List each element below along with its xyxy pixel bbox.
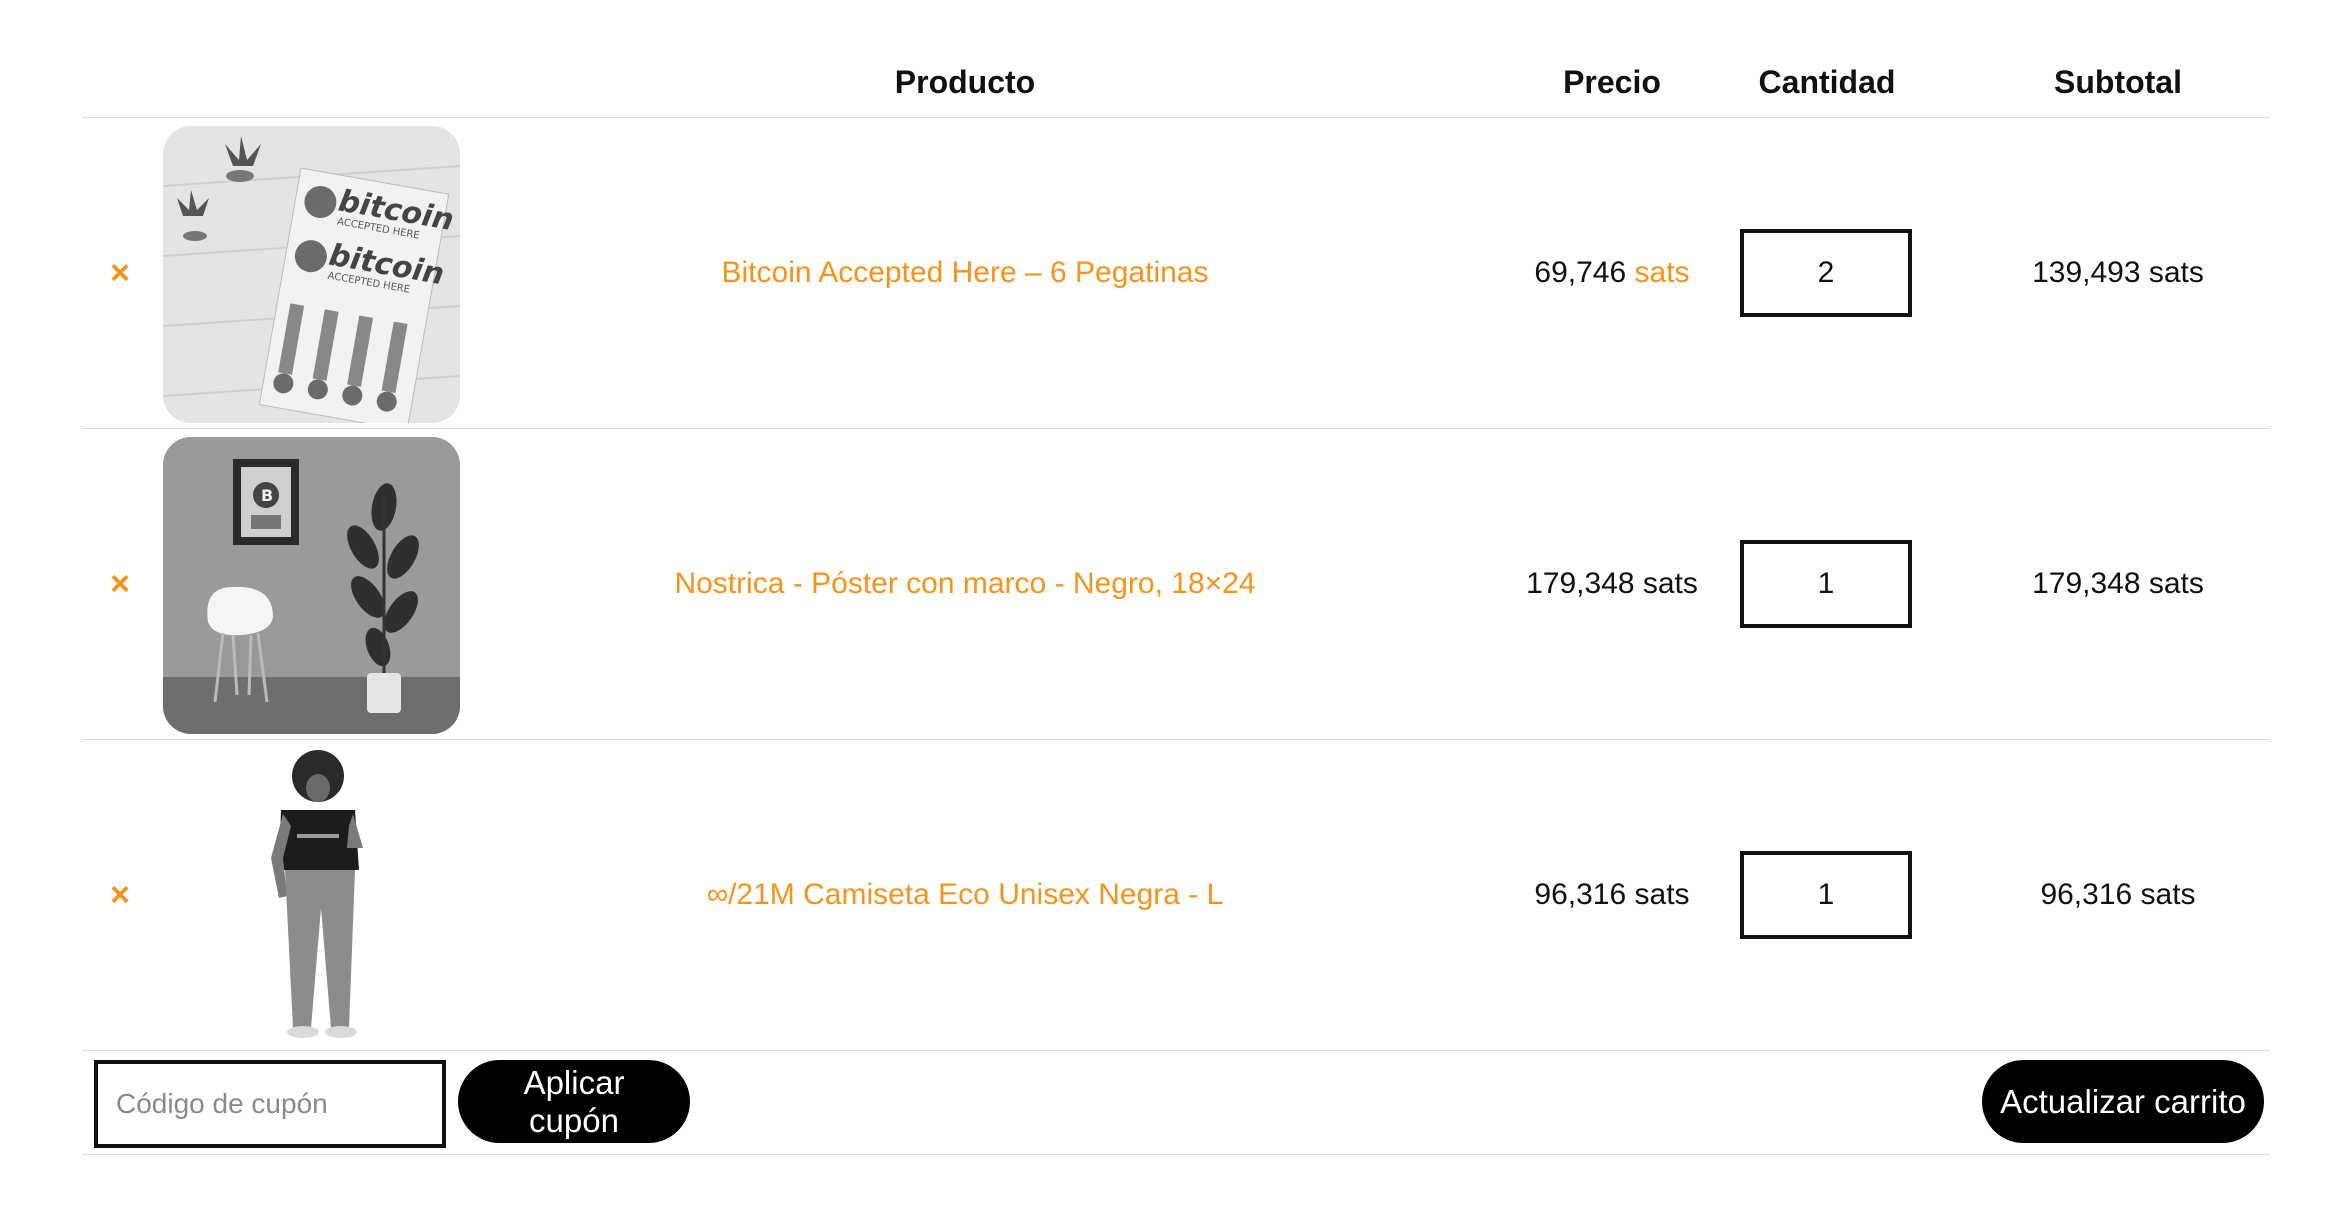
- product-subtotal: 179,348 sats: [2032, 567, 2204, 600]
- price-unit: sats: [1634, 256, 1690, 289]
- product-name-link[interactable]: Nostrica - Póster con marco - Negro, 18×…: [460, 567, 1470, 601]
- column-header-quantity: Cantidad: [1758, 64, 1896, 100]
- coupon-code-input[interactable]: [94, 1060, 446, 1148]
- cart-actions: Aplicar cupón Actualizar carrito: [82, 1051, 2270, 1155]
- apply-coupon-button[interactable]: Aplicar cupón: [458, 1060, 690, 1143]
- column-header-subtotal: Subtotal: [2054, 64, 2182, 100]
- remove-item-button[interactable]: ×: [102, 877, 138, 913]
- product-subtotal: 139,493 sats: [2032, 256, 2204, 289]
- product-name-link[interactable]: ∞/21M Camiseta Eco Unisex Negra - L: [460, 878, 1470, 912]
- quantity-input[interactable]: 2: [1740, 229, 1912, 317]
- cart-row: × B Nostrica - Póster con marco - Negro,…: [82, 429, 2270, 740]
- price-amount: 179,348: [1526, 567, 1635, 600]
- cart-row: × ∞/21M Camiseta Eco Unisex Negra - L 96…: [82, 740, 2270, 1051]
- price-unit: sats: [1642, 567, 1698, 600]
- update-cart-button[interactable]: Actualizar carrito: [1982, 1060, 2264, 1143]
- price-amount: 96,316: [1534, 878, 1627, 911]
- quantity-input[interactable]: 1: [1740, 540, 1912, 628]
- product-subtotal: 96,316 sats: [2040, 878, 2196, 911]
- cart-table: Producto Precio Cantidad Subtotal × bitc…: [82, 40, 2270, 1155]
- remove-item-button[interactable]: ×: [102, 566, 138, 602]
- product-thumbnail[interactable]: bitcoin ACCEPTED HERE bitcoin ACCEPTED H…: [163, 126, 460, 423]
- product-thumbnail[interactable]: [163, 748, 460, 1045]
- price-unit: sats: [1634, 878, 1690, 911]
- tshirt-model-image: [163, 748, 460, 1045]
- sticker-sheet-image: bitcoin ACCEPTED HERE bitcoin ACCEPTED H…: [163, 126, 460, 423]
- poster-room-image: B: [163, 437, 460, 734]
- remove-item-button[interactable]: ×: [102, 255, 138, 291]
- product-thumbnail[interactable]: B: [163, 437, 460, 734]
- quantity-input[interactable]: 1: [1740, 851, 1912, 939]
- product-name-link[interactable]: Bitcoin Accepted Here – 6 Pegatinas: [460, 256, 1470, 290]
- svg-text:B: B: [261, 486, 273, 505]
- cart-row: × bitcoin ACCEPTED HERE bitcoin ACCEPTED…: [82, 118, 2270, 429]
- cart-table-header: Producto Precio Cantidad Subtotal: [82, 40, 2270, 118]
- column-header-product: Producto: [894, 64, 1036, 100]
- price-amount: 69,746: [1534, 256, 1627, 289]
